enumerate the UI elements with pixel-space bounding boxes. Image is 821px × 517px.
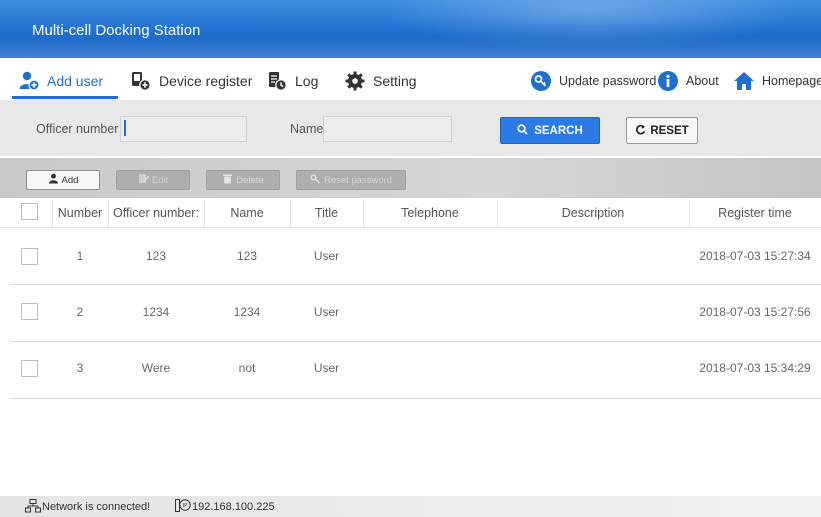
about-label: About [686, 74, 719, 88]
column-header-register-time[interactable]: Register time [689, 206, 821, 220]
cell-number: 2 [76, 305, 84, 319]
cell-name: 123 [236, 249, 258, 263]
reset-password-button[interactable]: Reset password [296, 170, 406, 190]
user-icon [48, 173, 59, 187]
tab-setting[interactable]: Setting [344, 66, 417, 96]
tab-device-register-label: Device register [159, 73, 253, 89]
edit-icon [138, 173, 149, 187]
row-checkbox[interactable] [21, 248, 38, 265]
cell-register-time: 2018-07-03 15:27:34 [699, 249, 811, 263]
cell-number: 3 [76, 361, 84, 375]
tab-log[interactable]: Log [266, 66, 318, 96]
homepage-link[interactable]: Homepage [733, 66, 821, 96]
update-password-label: Update password [559, 74, 657, 88]
update-password-link[interactable]: Update password [530, 66, 656, 96]
row-checkbox[interactable] [21, 303, 38, 320]
reset-password-label: Reset password [323, 174, 393, 186]
tab-device-register[interactable]: Device register [130, 66, 252, 96]
name-input[interactable] [323, 116, 452, 142]
cell-register-time: 2018-07-03 15:27:56 [699, 305, 811, 319]
info-icon [657, 70, 679, 92]
refresh-icon [635, 124, 646, 138]
homepage-label: Homepage [762, 74, 821, 88]
row-checkbox[interactable] [21, 360, 38, 377]
active-tab-indicator [12, 96, 118, 99]
ip-icon: IP [175, 498, 191, 516]
add-user-icon [18, 70, 40, 92]
search-button-label: SEARCH [534, 124, 583, 137]
cell-name: 1234 [233, 305, 261, 319]
cell-title: User [313, 361, 340, 375]
tab-add-user[interactable]: Add user [18, 66, 103, 96]
officer-number-input[interactable] [120, 116, 247, 142]
reset-button[interactable]: RESET [626, 117, 698, 144]
tab-add-user-label: Add user [47, 73, 104, 89]
key-icon [310, 173, 321, 187]
column-header-description[interactable]: Description [497, 206, 689, 220]
title-bar: Multi-cell Docking Station [0, 0, 821, 58]
column-header-telephone[interactable]: Telephone [363, 206, 497, 220]
column-header-name[interactable]: Name [204, 206, 290, 220]
add-button[interactable]: Add [26, 170, 100, 190]
log-icon [266, 70, 288, 92]
ip-address: 192.168.100.225 [192, 501, 275, 513]
search-button[interactable]: SEARCH [500, 117, 600, 144]
edit-button[interactable]: Edit [116, 170, 190, 190]
network-icon [25, 499, 41, 516]
device-register-icon [130, 70, 152, 92]
about-link[interactable]: About [657, 66, 719, 96]
delete-button[interactable]: Delete [206, 170, 280, 190]
cell-register-time: 2018-07-03 15:34:29 [699, 361, 811, 375]
select-all-checkbox[interactable] [21, 203, 38, 220]
cell-number: 1 [76, 249, 84, 263]
cell-officer-number: 1234 [142, 305, 170, 319]
search-icon [517, 123, 528, 138]
gear-icon [344, 70, 366, 92]
svg-text:IP: IP [183, 503, 189, 509]
home-icon [733, 70, 755, 92]
status-bar: Network is connected! IP 192.168.100.225 [0, 496, 821, 517]
column-header-number[interactable]: Number [52, 206, 108, 220]
edit-button-label: Edit [151, 174, 169, 186]
trash-icon [222, 173, 233, 187]
officer-number-label: Officer number [36, 122, 119, 136]
column-header-officer-number[interactable]: Officer number: [108, 206, 204, 220]
tab-log-label: Log [295, 73, 319, 89]
main-nav: Add user Device register Log Setting Upd… [0, 58, 821, 100]
reset-button-label: RESET [650, 124, 689, 137]
app-title: Multi-cell Docking Station [32, 22, 201, 39]
cell-title: User [313, 249, 340, 263]
cell-officer-number: Were [141, 361, 171, 375]
cell-officer-number: 123 [145, 249, 167, 263]
name-label: Name: [290, 122, 327, 136]
network-status: Network is connected! [42, 501, 151, 513]
cell-name: not [238, 361, 256, 375]
delete-button-label: Delete [236, 174, 264, 186]
text-cursor [124, 120, 126, 136]
cell-title: User [313, 305, 340, 319]
tab-setting-label: Setting [373, 73, 417, 89]
key-icon [530, 70, 552, 92]
add-button-label: Add [61, 174, 79, 186]
column-header-title[interactable]: Title [290, 206, 363, 220]
